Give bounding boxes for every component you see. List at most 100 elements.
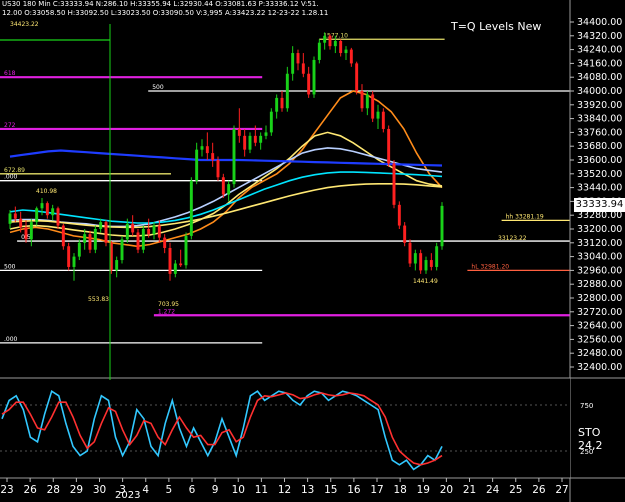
candle-body [99, 222, 103, 229]
candle-body [83, 234, 87, 243]
candle-body [349, 49, 353, 64]
price-tick-label: 32720.00 [577, 307, 622, 318]
candle-body [61, 225, 65, 247]
price-annotation: 34423.22 [10, 21, 39, 28]
price-tick-label: 32800.00 [577, 293, 622, 304]
candle-body [285, 73, 289, 109]
candle-body [93, 229, 97, 250]
price-tick-label: 34160.00 [577, 58, 622, 69]
candle-body [147, 229, 151, 235]
candle-body [248, 135, 252, 150]
level-label: .000 [4, 174, 18, 181]
candle-body [13, 213, 17, 219]
stochastic-panel: 250750 [0, 377, 625, 479]
candle-body [328, 35, 332, 47]
candle-body [307, 73, 311, 95]
price-annotation: 703.95 [158, 301, 179, 308]
price-tick-label: 33440.00 [577, 183, 622, 194]
candle-body [365, 94, 369, 109]
level-label: .000 [4, 336, 18, 343]
time-tick-label: 10 [232, 484, 245, 496]
candle-body [157, 225, 161, 238]
candle-body [424, 260, 428, 271]
time-tick-label: 23 [0, 484, 13, 496]
candle-body [205, 146, 209, 154]
time-tick-label: 17 [370, 484, 383, 496]
candle-body [152, 225, 156, 235]
price-tick-label: 32640.00 [577, 321, 622, 332]
candle-body [355, 63, 359, 91]
candle-body [189, 180, 193, 236]
candle-body [40, 203, 44, 209]
level-label: 272 [4, 122, 16, 129]
candle-body [312, 59, 316, 95]
time-tick-label: 24 [486, 484, 500, 496]
time-tick-label: 27 [555, 484, 568, 496]
candle-body [67, 246, 71, 267]
candle-body [339, 40, 343, 54]
level-lines: 6182721.2721577.10672.89500.0000.5500.00… [0, 32, 570, 344]
price-annotation: 553.83 [88, 296, 109, 303]
price-annotation: 410.98 [36, 188, 57, 195]
time-tick-label: 25 [509, 484, 522, 496]
price-tick-label: 34080.00 [577, 72, 622, 83]
candle-body [184, 235, 188, 266]
stochastic-title: STO [578, 426, 601, 439]
time-tick-label: 20 [440, 484, 453, 496]
candle-body [440, 205, 444, 247]
ohlc-header: US30 180 Min C:33333.94 N:286.10 H:33355… [2, 0, 319, 8]
price-tick-label: 33040.00 [577, 252, 622, 263]
candle-body [408, 242, 412, 264]
level-label: hh 33281.19 [506, 213, 544, 220]
price-tick-label: 32480.00 [577, 348, 622, 359]
candle-body [259, 135, 263, 143]
level-label: 1.272 [158, 308, 175, 315]
candle-body [168, 247, 172, 274]
candle-body [136, 232, 140, 250]
price-tick-label: 32960.00 [577, 265, 622, 276]
level-label: 500 [4, 263, 16, 270]
time-tick-label: 13 [301, 484, 314, 496]
price-annotation: 1441.49 [413, 278, 438, 285]
candle-body [371, 94, 375, 119]
candle-body [141, 229, 145, 250]
time-tick-label: 12 [278, 484, 291, 496]
candle-body [397, 204, 401, 226]
price-tick-label: 32400.00 [577, 362, 622, 373]
candle-body [19, 218, 23, 228]
candle-body [179, 263, 183, 266]
candle-body [88, 234, 92, 250]
candle-body [104, 222, 108, 243]
level-label: hL 32981.20 [471, 263, 509, 270]
candle-body [333, 40, 337, 47]
time-tick-label: 15 [324, 484, 337, 496]
candle-body [237, 128, 241, 136]
price-tick-label: 34240.00 [577, 45, 622, 56]
candle-body [296, 53, 300, 64]
candle-body [29, 222, 33, 240]
candle-body [435, 246, 439, 267]
time-tick-label: 11 [255, 484, 268, 496]
candle-body [392, 163, 396, 205]
price-tick-label: 33920.00 [577, 100, 622, 111]
time-tick-label: 19 [417, 484, 430, 496]
trading-chart[interactable]: 6182721.2721577.10672.89500.0000.5500.00… [0, 0, 625, 502]
year-label: 2023 [115, 490, 141, 501]
candles [8, 32, 444, 281]
candle-body [131, 223, 135, 233]
price-annotation: 33123.22 [498, 235, 527, 242]
candle-body [344, 49, 348, 54]
candle-body [211, 153, 215, 160]
candle-body [429, 260, 433, 267]
candle-body [24, 227, 28, 240]
candle-body [56, 208, 60, 226]
candle-body [227, 184, 231, 195]
stochastic-label: STO 24,2 [578, 426, 625, 452]
price-tick-label: 33120.00 [577, 238, 622, 249]
candle-body [173, 263, 177, 274]
candle-body [221, 177, 225, 195]
price-tick-label: 33680.00 [577, 141, 622, 152]
price-tick-label: 32880.00 [577, 279, 622, 290]
candle-body [125, 223, 129, 240]
level-label: 618 [4, 70, 16, 77]
